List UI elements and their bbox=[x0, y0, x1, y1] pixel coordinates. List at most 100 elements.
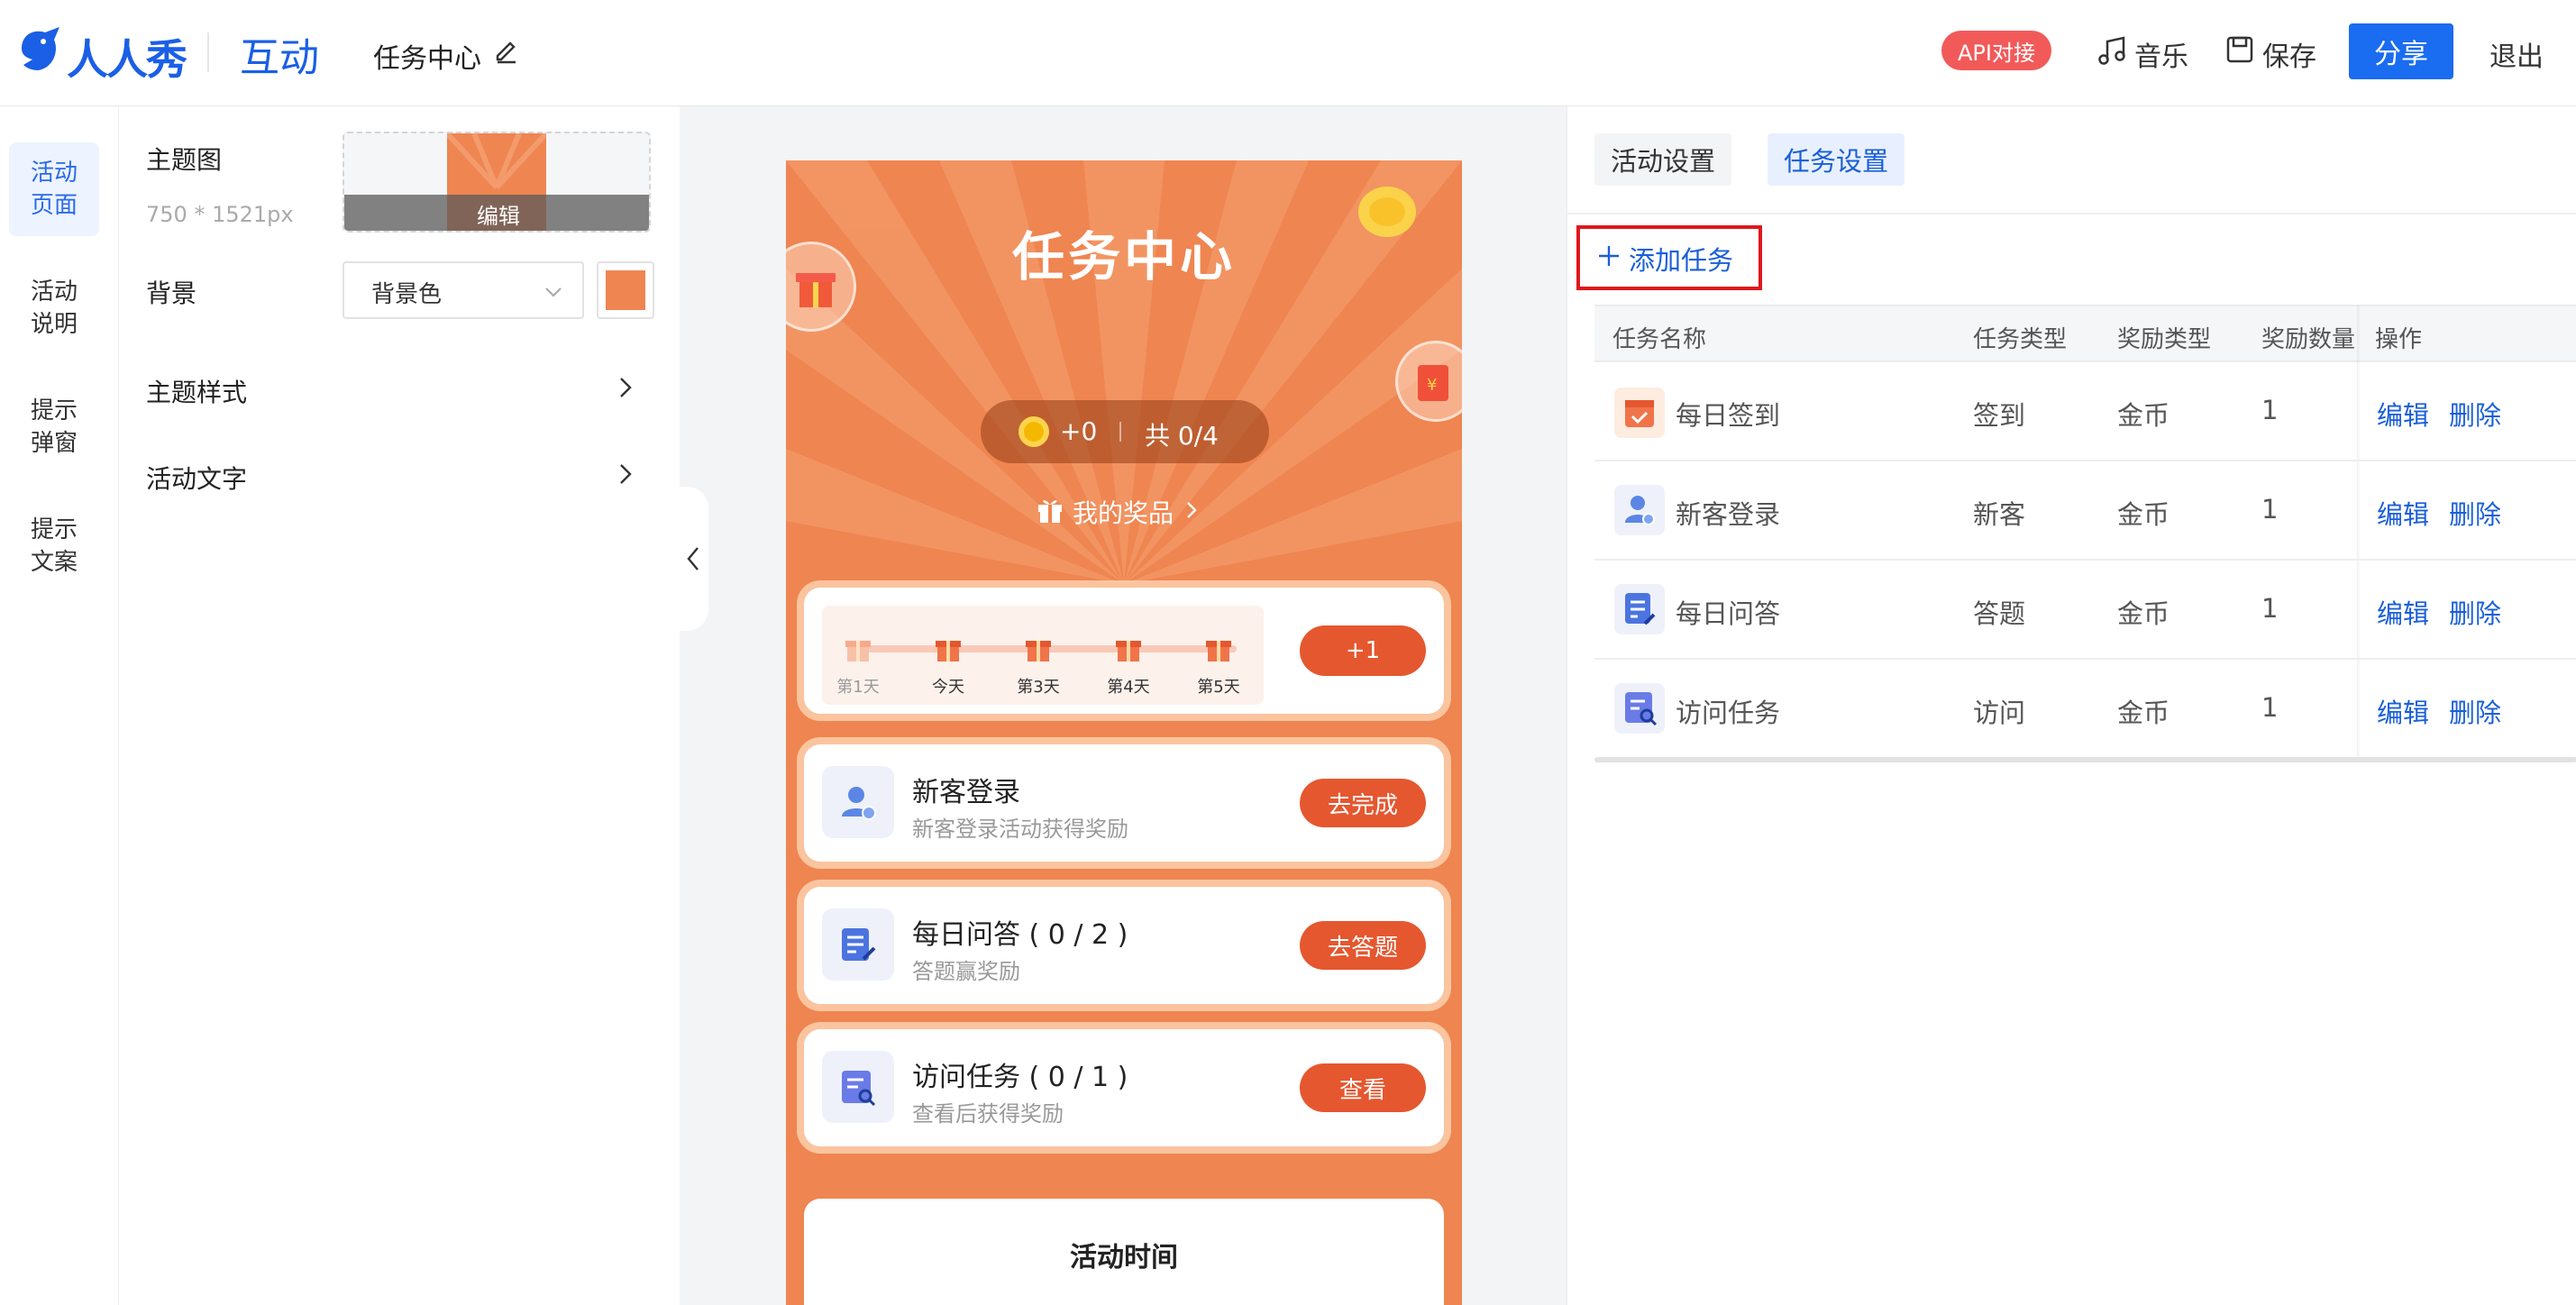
coin-decoration-icon bbox=[1354, 178, 1420, 245]
music-icon[interactable] bbox=[2096, 34, 2129, 67]
delete-task-button[interactable]: 删除 bbox=[2449, 692, 2501, 730]
column-header: 奖励数量 bbox=[2261, 326, 2356, 353]
reward-type-cell: 金币 bbox=[2117, 499, 2170, 530]
checkin-day: 第3天 bbox=[1011, 633, 1065, 698]
activity-text-label[interactable]: 活动文字 bbox=[146, 460, 247, 496]
checkin-day-label: 第4天 bbox=[1107, 678, 1150, 697]
tab-task-settings[interactable]: 任务设置 bbox=[1768, 133, 1905, 186]
tab-activity-settings[interactable]: 活动设置 bbox=[1594, 133, 1731, 186]
nav-activity-description[interactable]: 活动 说明 bbox=[9, 261, 99, 355]
music-button[interactable]: 音乐 bbox=[2134, 34, 2188, 74]
checkin-days: 第1天 今天 第3天 第4天 第5天 bbox=[822, 606, 1264, 705]
column-header: 操作 bbox=[2375, 326, 2423, 353]
chevron-right-icon[interactable] bbox=[613, 373, 638, 402]
task-action-button[interactable]: 去完成 bbox=[1300, 779, 1426, 827]
checkin-day: 今天 bbox=[921, 633, 975, 698]
edit-task-button[interactable]: 编辑 bbox=[2377, 494, 2429, 532]
checkin-day-label: 今天 bbox=[932, 678, 964, 697]
checkin-button[interactable]: +1 bbox=[1300, 625, 1426, 676]
chevron-down-icon bbox=[543, 281, 564, 303]
reward-amount-cell: 1 bbox=[2261, 494, 2279, 525]
theme-image-edit-button[interactable]: 编辑 bbox=[344, 195, 649, 231]
background-select[interactable]: 背景色 bbox=[343, 261, 584, 319]
properties-panel: 主题图 750 * 1521px 编辑 背景 背景色 主题样式 活动文字 bbox=[119, 106, 680, 1305]
reward-type-cell: 金币 bbox=[2117, 400, 2170, 431]
checkin-day-label: 第5天 bbox=[1197, 678, 1240, 697]
header-divider bbox=[207, 32, 209, 72]
task-name: 新客登录 bbox=[912, 777, 1020, 808]
brand-logo-icon bbox=[14, 23, 69, 78]
reward-amount-cell: 1 bbox=[2261, 692, 2279, 723]
chevron-right-icon[interactable] bbox=[613, 460, 638, 488]
exit-button[interactable]: 退出 bbox=[2489, 34, 2544, 74]
phone-preview: 任务中心 ¥ +0 共 0/4 我的奖品 第1天 今天 第3天 第4天 第5天 … bbox=[786, 160, 1462, 1305]
share-button[interactable]: 分享 bbox=[2349, 23, 2453, 79]
task-description: 新客登录活动获得奖励 bbox=[912, 817, 1128, 842]
table-horizontal-scrollbar[interactable] bbox=[1594, 757, 2576, 762]
nav-prompt-copy[interactable]: 提示 文案 bbox=[9, 499, 99, 593]
delete-task-button[interactable]: 删除 bbox=[2449, 593, 2501, 631]
table-row: 新客登录 新客 金币 1 编辑 删除 bbox=[1594, 461, 2576, 561]
left-nav: 活动 页面 活动 说明 提示 弹窗 提示 文案 bbox=[0, 106, 119, 1305]
task-name: 每日问答 ( 0 / 2 ) bbox=[912, 919, 1128, 951]
edit-task-button[interactable]: 编辑 bbox=[2377, 395, 2429, 433]
theme-style-label[interactable]: 主题样式 bbox=[146, 373, 247, 409]
visit-search-icon bbox=[822, 1051, 894, 1123]
background-color-picker[interactable] bbox=[597, 261, 654, 319]
task-type-cell: 答题 bbox=[1973, 598, 2026, 629]
reward-amount-cell: 1 bbox=[2261, 395, 2279, 425]
delete-task-button[interactable]: 删除 bbox=[2449, 395, 2501, 433]
top-bar: 人人秀 互动 任务中心 API对接 音乐 保存 分享 退出 bbox=[0, 0, 2576, 106]
gift-bubble-icon bbox=[786, 242, 856, 332]
add-task-button[interactable]: 添加任务 bbox=[1629, 240, 1733, 278]
theme-image-label: 主题图 bbox=[146, 145, 223, 175]
checkin-day-label: 第3天 bbox=[1017, 678, 1060, 697]
task-action-button[interactable]: 去答题 bbox=[1300, 921, 1426, 970]
task-name-cell: 每日签到 bbox=[1676, 400, 1781, 431]
background-label: 背景 bbox=[146, 278, 197, 308]
column-header: 奖励类型 bbox=[2117, 326, 2212, 353]
table-row: 每日问答 答题 金币 1 编辑 删除 bbox=[1594, 561, 2576, 660]
quiz-edit-icon bbox=[1614, 584, 1665, 634]
collapse-panel-handle[interactable] bbox=[680, 487, 708, 631]
task-name-cell: 新客登录 bbox=[1676, 499, 1781, 530]
edit-title-icon[interactable] bbox=[492, 36, 521, 65]
delete-task-button[interactable]: 删除 bbox=[2449, 494, 2501, 532]
gift-icon bbox=[936, 641, 961, 662]
task-description: 答题赢奖励 bbox=[912, 959, 1020, 984]
task-type-cell: 访问 bbox=[1973, 698, 2026, 728]
table-header: 任务名称 任务类型 奖励类型 奖励数量 操作 bbox=[1594, 305, 2576, 362]
chevron-right-icon bbox=[1183, 497, 1201, 523]
column-header: 任务名称 bbox=[1612, 326, 1707, 353]
gift-icon bbox=[1116, 641, 1141, 662]
theme-image-thumbnail[interactable]: 编辑 bbox=[343, 132, 651, 233]
activity-time-title: 活动时间 bbox=[1070, 1242, 1178, 1273]
table-row: 每日签到 签到 金币 1 编辑 删除 bbox=[1594, 362, 2576, 461]
task-type-cell: 签到 bbox=[1973, 400, 2026, 431]
api-badge[interactable]: API对接 bbox=[1941, 31, 2051, 70]
doc-title: 任务中心 bbox=[373, 43, 481, 75]
gift-icon bbox=[1035, 494, 1065, 525]
edit-task-button[interactable]: 编辑 bbox=[2377, 692, 2429, 730]
task-name-cell: 每日问答 bbox=[1676, 598, 1781, 629]
user-add-icon bbox=[822, 766, 894, 838]
task-action-button[interactable]: 查看 bbox=[1300, 1063, 1426, 1112]
task-settings-panel: 活动设置 任务设置 添加任务 任务名称 任务类型 奖励类型 奖励数量 操作 每日… bbox=[1567, 106, 2576, 1305]
edit-task-button[interactable]: 编辑 bbox=[2377, 593, 2429, 631]
module-name: 互动 bbox=[240, 35, 319, 81]
visit-search-icon bbox=[1614, 683, 1665, 734]
task-card: 访问任务 ( 0 / 1 ) 查看后获得奖励 查看 bbox=[804, 1029, 1444, 1146]
checkin-day: 第4天 bbox=[1101, 633, 1156, 698]
reward-type-cell: 金币 bbox=[2117, 598, 2170, 629]
theme-image-size: 750 * 1521px bbox=[146, 202, 294, 227]
redpacket-bubble-icon: ¥ bbox=[1395, 341, 1462, 422]
save-button[interactable]: 保存 bbox=[2262, 34, 2316, 74]
plus-icon[interactable] bbox=[1596, 243, 1621, 269]
my-prizes-link[interactable]: 我的奖品 bbox=[1073, 494, 1174, 530]
nav-prompt-popup[interactable]: 提示 弹窗 bbox=[9, 380, 99, 474]
brand-name: 人人秀 bbox=[67, 35, 187, 84]
quiz-edit-icon bbox=[822, 908, 894, 981]
save-icon[interactable] bbox=[2224, 34, 2255, 65]
task-description: 查看后获得奖励 bbox=[912, 1101, 1064, 1127]
nav-activity-page[interactable]: 活动 页面 bbox=[9, 142, 99, 236]
